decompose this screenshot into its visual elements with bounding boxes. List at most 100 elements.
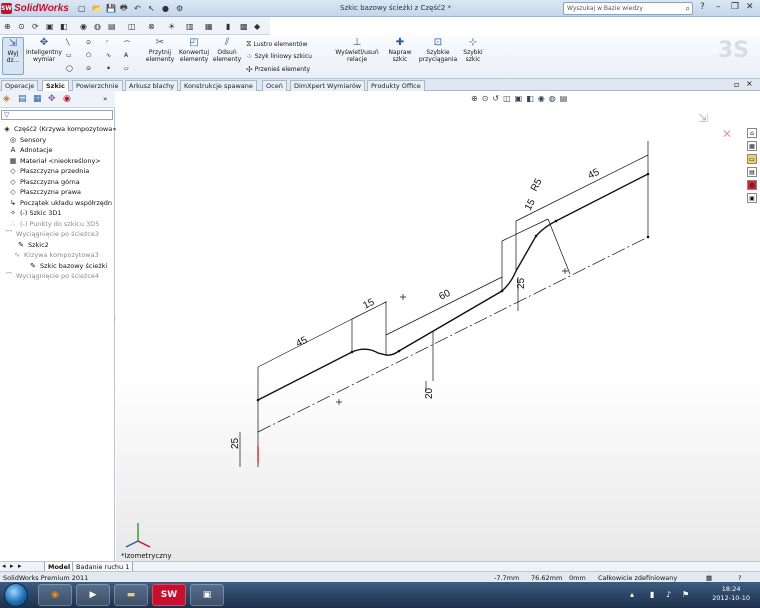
rapid-sketch-button[interactable]: ⊹ Szybki szkic <box>460 37 486 75</box>
rectangle-tool-icon[interactable]: ▭ <box>66 52 72 59</box>
traffic-light-icon[interactable]: ▮ <box>226 21 230 32</box>
explorer-icon[interactable]: ▬ <box>114 584 148 606</box>
text-tool-icon[interactable]: A <box>124 52 128 59</box>
media-player-icon[interactable]: ▶ <box>76 584 110 606</box>
close-icon[interactable]: ✕ <box>746 2 754 12</box>
rotate-icon[interactable]: ⟳ <box>32 21 39 32</box>
repair-sketch-button[interactable]: ✚ Napraw szkic <box>386 37 414 75</box>
feature-tree-tab-icon[interactable]: ◈ <box>3 94 10 104</box>
plugin-icon[interactable]: ◆ <box>254 21 260 32</box>
line-tool-icon[interactable]: ╲ <box>66 39 70 46</box>
plane-tool-icon[interactable]: ▱ <box>124 65 129 72</box>
dimension-15-right[interactable]: 15 <box>523 197 538 212</box>
tree-item[interactable]: ◈ Część2 (Krzywa kompozytowa< <box>3 124 117 134</box>
tab-produkty-office[interactable]: Produkty Office <box>367 80 425 91</box>
configuration-tab-icon[interactable]: ▦ <box>33 94 42 104</box>
trim-button[interactable]: ✂ Przytnij elementy <box>144 37 176 75</box>
dimension-20[interactable]: 20 <box>424 387 435 399</box>
help-icon[interactable]: ? <box>700 2 705 12</box>
system-clock[interactable]: 18:24 2012-10-10 <box>712 585 750 603</box>
dimension-25-mid[interactable]: 25 <box>516 277 527 289</box>
tray-arrow-icon[interactable]: ▴ <box>630 590 634 599</box>
start-button[interactable] <box>4 583 28 607</box>
display-style-icon[interactable]: ◧ <box>60 21 68 32</box>
display-relations-button[interactable]: ⊥ Wyświetl/usuń relacje <box>334 37 380 75</box>
tab-powierzchnie[interactable]: Powierzchnie <box>72 80 123 91</box>
firefox-icon[interactable]: ◉ <box>38 584 72 606</box>
quick-snaps-button[interactable]: ⊡ Szybkie przyciągania <box>418 37 458 75</box>
tree-item[interactable]: ⌒ Wyciągnięcie po ścieżce4 <box>5 271 100 281</box>
hide-show-icon[interactable]: ◉ <box>80 21 87 32</box>
tree-item[interactable]: ▦ Materiał <nieokreślony> <box>9 156 101 166</box>
tree-item[interactable]: ◇ Płaszczyzna prawa <box>9 187 81 197</box>
appearance-icon[interactable]: ◍ <box>94 21 101 32</box>
zoom-fit-icon[interactable]: ⊕ <box>4 21 11 32</box>
tree-item[interactable]: ◇ Płaszczyzna przednia <box>9 166 89 176</box>
dimxpert-tab-icon[interactable]: ✥ <box>48 94 56 104</box>
tree-item[interactable]: ✧ (-) Szkic 3D1 <box>9 208 61 218</box>
tree-item[interactable]: ✎ Szkic bazowy ścieżki <box>29 261 107 271</box>
settings-icon[interactable]: ▩ <box>240 21 248 32</box>
file-explorer-icon[interactable]: ▭ <box>747 154 757 164</box>
dimension-15-left[interactable]: 15 <box>361 297 376 312</box>
smart-dimension-button[interactable]: ✥ Inteligentny wymiar <box>26 37 62 75</box>
search-input[interactable]: Wyszukaj w Bazie wiedzy ⌕ <box>563 2 693 15</box>
tray-flag-icon[interactable]: ⚑ <box>682 590 689 599</box>
dimension-r5[interactable]: R5 <box>529 177 545 194</box>
spline-tool-icon[interactable]: ∿ <box>106 52 111 59</box>
convert-entities-button[interactable]: ◰ Konwertuj elementy <box>178 37 210 75</box>
solidworks-task-icon[interactable]: SW <box>152 584 186 606</box>
tab-szkic[interactable]: Szkic <box>42 80 69 91</box>
rebuild-icon[interactable]: ● <box>162 3 169 14</box>
graphics-area[interactable]: ⊕ ⊙ ↺ ◫ ▣ ◧ ◉ ◍ ▤ ⇲ ✕ 45 15 60 15 45 25 … <box>116 91 760 561</box>
print-icon[interactable]: 🖶 <box>120 3 128 14</box>
mirror-entities-button[interactable]: ⧖ Lustro elementów <box>246 39 307 49</box>
resources-icon[interactable]: ⌂ <box>747 128 757 138</box>
expand-pane-icon[interactable]: » <box>103 95 107 103</box>
point-tool-icon[interactable]: ✶ <box>106 65 111 72</box>
grid-icon[interactable]: ▦ <box>205 21 213 32</box>
arc-tool-icon[interactable]: ◜ <box>106 39 108 46</box>
design-library-icon[interactable]: ▦ <box>747 141 757 151</box>
circle-tool-icon[interactable]: ⊙ <box>86 39 91 46</box>
rebuild-status-icon[interactable]: ☀ <box>168 21 175 32</box>
graphics-icon[interactable]: ▥ <box>186 21 194 32</box>
status-icon[interactable]: ▦ <box>706 574 712 582</box>
settings-task-icon[interactable]: ▣ <box>190 584 224 606</box>
minimize-doc-icon[interactable]: ▫ <box>734 80 739 89</box>
tree-item[interactable]: ∴ (-) Punkty do szkicu 3D5 <box>9 219 100 229</box>
tab-dimxpert[interactable]: DimXpert Wymiarów <box>290 80 366 91</box>
new-doc-icon[interactable]: ▢ <box>78 3 86 14</box>
help-status-icon[interactable]: ? <box>738 574 741 582</box>
display-tab-icon[interactable]: ◉ <box>63 94 71 104</box>
appearances-icon[interactable]: ◍ <box>747 180 757 190</box>
tab-konstrukcje-spawane[interactable]: Konstrukcje spawane <box>180 80 257 91</box>
section-view-icon[interactable]: ◫ <box>128 21 136 32</box>
app-logo[interactable]: SW SolidWorks <box>1 2 69 15</box>
view-palette-icon[interactable]: ▤ <box>747 167 757 177</box>
save-icon[interactable]: 💾 <box>106 3 116 14</box>
property-manager-tab-icon[interactable]: ▤ <box>18 94 27 104</box>
open-icon[interactable]: 📂 <box>92 3 102 14</box>
linear-pattern-button[interactable]: ⁘ Szyk liniowy szkicu <box>246 52 312 61</box>
rollback-icon[interactable]: ⊗ <box>148 21 155 32</box>
tree-item[interactable]: A Adnotacje <box>9 145 53 155</box>
minimize-icon[interactable]: – <box>716 2 721 12</box>
tree-item[interactable]: ⌒ Wyciągnięcie po ścieżce3 <box>5 229 100 239</box>
tree-item[interactable]: ∿ Krzywa kompozytowa3 <box>13 250 99 260</box>
tab-arkusz-blachy[interactable]: Arkusz blachy <box>125 80 179 91</box>
search-icon[interactable]: ⌕ <box>686 4 690 14</box>
scroll-right-icon[interactable]: ▸ <box>10 562 14 570</box>
tree-item[interactable]: ◎ Sensory <box>9 135 46 145</box>
tab-operacje[interactable]: Operacje <box>1 80 39 91</box>
tree-item[interactable]: ✎ Szkic2 <box>17 240 49 250</box>
custom-properties-icon[interactable]: ▣ <box>747 193 757 203</box>
scroll-first-icon[interactable]: ▸ <box>18 562 22 570</box>
undo-icon[interactable]: ↶ <box>134 3 141 14</box>
scroll-left-icon[interactable]: ◂ <box>2 562 6 570</box>
tree-item[interactable]: ↳ Początek układu współrzędn <box>9 198 112 208</box>
offset-entities-button[interactable]: ⫽ Odsuń elementy <box>212 37 242 75</box>
scene-icon[interactable]: ▤ <box>108 21 116 32</box>
tab-ocen[interactable]: Oceń <box>262 80 287 91</box>
move-entities-button[interactable]: ✢ Przenieś elementy <box>246 65 310 74</box>
